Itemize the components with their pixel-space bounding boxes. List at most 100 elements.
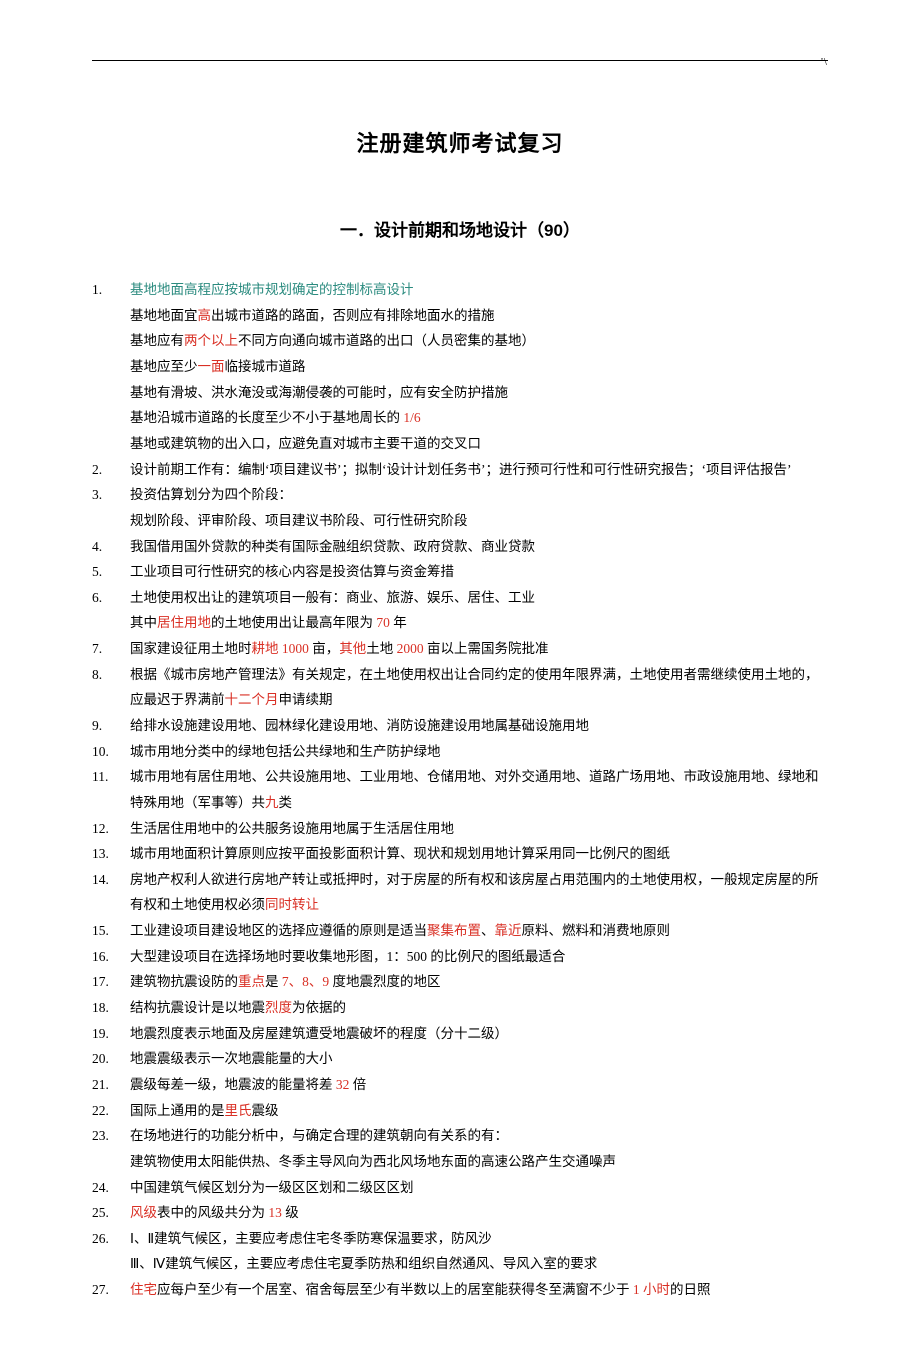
- item-number: 4.: [92, 534, 130, 560]
- item-number: 14.: [92, 867, 130, 893]
- item-number: 23.: [92, 1123, 130, 1149]
- item-number: 7.: [92, 636, 130, 662]
- text-segment: 城市用地分类中的绿地包括公共绿地和生产防护绿地: [130, 744, 441, 759]
- text-segment: 同时转让: [265, 897, 319, 912]
- item-content: 工业项目可行性研究的核心内容是投资估算与资金筹措: [130, 559, 828, 585]
- text-segment: 工业项目可行性研究的核心内容是投资估算与资金筹措: [130, 564, 454, 579]
- item-line: 国家建设征用土地时耕地 1000 亩，其他土地 2000 亩以上需国务院批准: [130, 636, 828, 662]
- item-number: 26.: [92, 1226, 130, 1252]
- list-item: 18.结构抗震设计是以地震烈度为依据的: [92, 995, 828, 1021]
- item-number: 8.: [92, 662, 130, 688]
- corner-mark: '\: [821, 52, 828, 73]
- item-line: 我国借用国外贷款的种类有国际金融组织贷款、政府贷款、商业贷款: [130, 534, 828, 560]
- text-segment: 国际上通用的是: [130, 1103, 225, 1118]
- item-number: 15.: [92, 918, 130, 944]
- item-line: 国际上通用的是里氏震级: [130, 1098, 828, 1124]
- text-segment: 基地应至少: [130, 359, 198, 374]
- text-segment: 震级每差一级，地震波的能量将差: [130, 1077, 336, 1092]
- list-item: 23.在场地进行的功能分析中，与确定合理的建筑朝向有关系的有： 建筑物使用太阳能供…: [92, 1123, 828, 1174]
- list-item: 16.大型建设项目在选择场地时要收集地形图，1：500 的比例尺的图纸最适合: [92, 944, 828, 970]
- text-segment: 、: [481, 923, 495, 938]
- text-segment: 是: [265, 974, 282, 989]
- list-item: 1.基地地面高程应按城市规划确定的控制标高设计基地地面宜高出城市道路的路面，否则…: [92, 277, 828, 456]
- text-segment: 倍: [349, 1077, 366, 1092]
- text-segment: 出城市道路的路面，否则应有排除地面水的措施: [211, 308, 495, 323]
- text-segment: 2000: [397, 641, 424, 656]
- text-segment: 基地地面高程应按城市规划确定的控制标高设计: [130, 282, 414, 297]
- list-item: 20.地震震级表示一次地震能量的大小: [92, 1046, 828, 1072]
- item-content: 地震烈度表示地面及房屋建筑遭受地震破坏的程度（分十二级）: [130, 1021, 828, 1047]
- item-line: 大型建设项目在选择场地时要收集地形图，1：500 的比例尺的图纸最适合: [130, 944, 828, 970]
- item-content: 城市用地有居住用地、公共设施用地、工业用地、仓储用地、对外交通用地、道路广场用地…: [130, 764, 828, 815]
- item-line: 基地应有两个以上不同方向通向城市道路的出口（人员密集的基地）: [130, 328, 828, 354]
- text-segment: 1/6: [403, 410, 420, 425]
- text-segment: 住宅: [130, 1282, 157, 1297]
- item-content: 投资估算划分为四个阶段： 规划阶段、评审阶段、项目建议书阶段、可行性研究阶段: [130, 482, 828, 533]
- text-segment: 基地或建筑物的出入口，应避免直对城市主要干道的交叉口: [130, 436, 481, 451]
- item-number: 17.: [92, 969, 130, 995]
- item-line: Ⅰ、Ⅱ建筑气候区，主要应考虑住宅冬季防寒保温要求，防风沙: [130, 1226, 828, 1252]
- text-segment: 70: [376, 615, 390, 630]
- text-segment: Ⅰ、Ⅱ建筑气候区，主要应考虑住宅冬季防寒保温要求，防风沙: [130, 1231, 492, 1246]
- item-content: 给排水设施建设用地、园林绿化建设用地、消防设施建设用地属基础设施用地: [130, 713, 828, 739]
- item-line: 房地产权利人欲进行房地产转让或抵押时，对于房屋的所有权和该房屋占用范围内的土地使…: [130, 867, 828, 918]
- item-number: 2.: [92, 457, 130, 483]
- item-content: 建筑物抗震设防的重点是 7、8、9 度地震烈度的地区: [130, 969, 828, 995]
- text-segment: 城市用地面积计算原则应按平面投影面积计算、现状和规划用地计算采用同一比例尺的图纸: [130, 846, 670, 861]
- item-line: 震级每差一级，地震波的能量将差 32 倍: [130, 1072, 828, 1098]
- text-segment: 投资估算划分为四个阶段：: [130, 487, 292, 502]
- item-line: 城市用地分类中的绿地包括公共绿地和生产防护绿地: [130, 739, 828, 765]
- text-segment: 土地: [366, 641, 396, 656]
- item-content: 震级每差一级，地震波的能量将差 32 倍: [130, 1072, 828, 1098]
- text-segment: 烈度: [265, 1000, 292, 1015]
- list-item: 2.设计前期工作有：编制‘项目建议书’；拟制‘设计计划任务书’；进行预可行性和可…: [92, 457, 828, 483]
- list-item: 10.城市用地分类中的绿地包括公共绿地和生产防护绿地: [92, 739, 828, 765]
- list-item: 11.城市用地有居住用地、公共设施用地、工业用地、仓储用地、对外交通用地、道路广…: [92, 764, 828, 815]
- text-segment: 九: [265, 795, 279, 810]
- list-item: 6.土地使用权出让的建筑项目一般有：商业、旅游、娱乐、居住、工业其中居住用地的土…: [92, 585, 828, 636]
- text-segment: 聚集布置: [427, 923, 481, 938]
- item-number: 20.: [92, 1046, 130, 1072]
- text-segment: 工业建设项目建设地区的选择应遵循的原则是适当: [130, 923, 427, 938]
- list-item: 24.中国建筑气候区划分为一级区区划和二级区区划: [92, 1175, 828, 1201]
- text-segment: 地震烈度表示地面及房屋建筑遭受地震破坏的程度（分十二级）: [130, 1026, 508, 1041]
- text-segment: 原料、燃料和消费地原则: [522, 923, 671, 938]
- item-content: 我国借用国外贷款的种类有国际金融组织贷款、政府贷款、商业贷款: [130, 534, 828, 560]
- item-line: 工业建设项目建设地区的选择应遵循的原则是适当聚集布置、靠近原料、燃料和消费地原则: [130, 918, 828, 944]
- item-line: 根据《城市房地产管理法》有关规定，在土地使用权出让合同约定的使用年限界满，土地使…: [130, 662, 828, 713]
- text-segment: 表中的风级共分为: [157, 1205, 268, 1220]
- text-segment: 基地地面宜: [130, 308, 198, 323]
- item-content: 土地使用权出让的建筑项目一般有：商业、旅游、娱乐、居住、工业其中居住用地的土地使…: [130, 585, 828, 636]
- list-item: 7.国家建设征用土地时耕地 1000 亩，其他土地 2000 亩以上需国务院批准: [92, 636, 828, 662]
- item-content: 生活居住用地中的公共服务设施用地属于生活居住用地: [130, 816, 828, 842]
- item-content: 城市用地分类中的绿地包括公共绿地和生产防护绿地: [130, 739, 828, 765]
- list-item: 26.Ⅰ、Ⅱ建筑气候区，主要应考虑住宅冬季防寒保温要求，防风沙 Ⅲ、Ⅳ建筑气候区，…: [92, 1226, 828, 1277]
- list-item: 27.住宅应每户至少有一个居室、宿舍每层至少有半数以上的居室能获得冬至满窗不少于…: [92, 1277, 828, 1303]
- item-content: 设计前期工作有：编制‘项目建议书’；拟制‘设计计划任务书’；进行预可行性和可行性…: [130, 457, 828, 483]
- list-item: 13.城市用地面积计算原则应按平面投影面积计算、现状和规划用地计算采用同一比例尺…: [92, 841, 828, 867]
- item-number: 18.: [92, 995, 130, 1021]
- text-segment: Ⅲ、Ⅳ建筑气候区，主要应考虑住宅夏季防热和组织自然通风、导风入室的要求: [130, 1256, 597, 1271]
- text-segment: 在场地进行的功能分析中，与确定合理的建筑朝向有关系的有：: [130, 1128, 508, 1143]
- item-line: 基地地面宜高出城市道路的路面，否则应有排除地面水的措施: [130, 303, 828, 329]
- list-item: 14.房地产权利人欲进行房地产转让或抵押时，对于房屋的所有权和该房屋占用范围内的…: [92, 867, 828, 918]
- text-segment: 建筑物抗震设防的: [130, 974, 238, 989]
- list-item: 8.根据《城市房地产管理法》有关规定，在土地使用权出让合同约定的使用年限界满，土…: [92, 662, 828, 713]
- text-segment: 申请续期: [279, 692, 333, 707]
- item-line: 基地地面高程应按城市规划确定的控制标高设计: [130, 277, 828, 303]
- item-line: 工业项目可行性研究的核心内容是投资估算与资金筹措: [130, 559, 828, 585]
- text-segment: 建筑物使用太阳能供热、冬季主导风向为西北风场地东面的高速公路产生交通噪声: [130, 1154, 616, 1169]
- item-line: Ⅲ、Ⅳ建筑气候区，主要应考虑住宅夏季防热和组织自然通风、导风入室的要求: [130, 1251, 828, 1277]
- item-content: 基地地面高程应按城市规划确定的控制标高设计基地地面宜高出城市道路的路面，否则应有…: [130, 277, 828, 456]
- list-item: 19.地震烈度表示地面及房屋建筑遭受地震破坏的程度（分十二级）: [92, 1021, 828, 1047]
- item-line: 基地应至少一面临接城市道路: [130, 354, 828, 380]
- text-segment: 结构抗震设计是以地震: [130, 1000, 265, 1015]
- text-segment: 度地震烈度的地区: [329, 974, 440, 989]
- list-item: 3.投资估算划分为四个阶段：规划阶段、评审阶段、项目建议书阶段、可行性研究阶段: [92, 482, 828, 533]
- item-content: 中国建筑气候区划分为一级区区划和二级区区划: [130, 1175, 828, 1201]
- text-segment: 规划阶段、评审阶段、项目建议书阶段、可行性研究阶段: [130, 513, 468, 528]
- text-segment: 为依据的: [292, 1000, 346, 1015]
- item-number: 24.: [92, 1175, 130, 1201]
- text-segment: 的土地使用出让最高年限为: [211, 615, 376, 630]
- text-segment: 亩，: [309, 641, 339, 656]
